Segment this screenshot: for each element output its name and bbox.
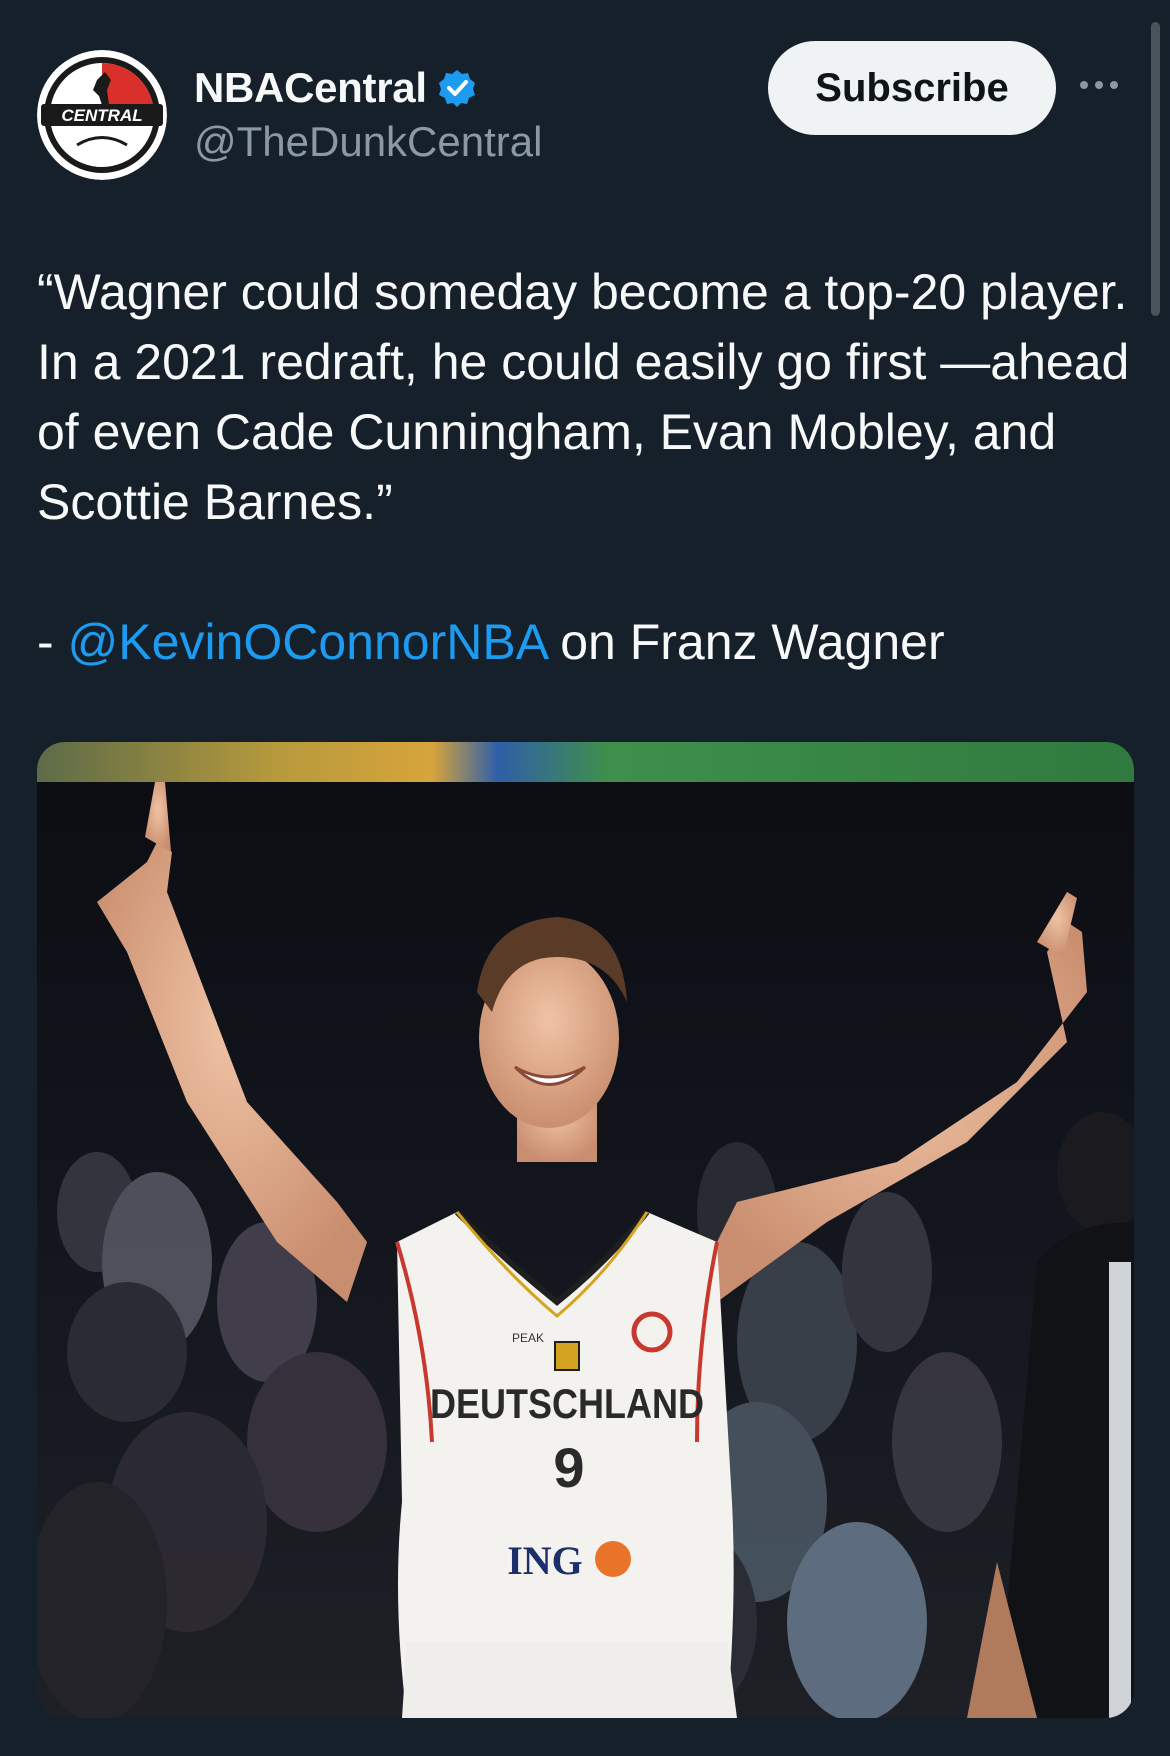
sponsor-text: ING <box>507 1538 583 1583</box>
avatar[interactable]: CENTRAL <box>37 50 167 180</box>
jersey-number: 9 <box>553 1436 584 1499</box>
mention-link[interactable]: @KevinOConnorNBA <box>68 614 547 670</box>
avatar-logo-text: CENTRAL <box>61 106 142 125</box>
attribution-suffix: on Franz Wagner <box>546 614 945 670</box>
tweet-quote: “Wagner could someday become a top-20 pl… <box>37 264 1144 530</box>
more-options-icon[interactable] <box>1080 70 1130 100</box>
subscribe-button[interactable]: Subscribe <box>768 41 1056 135</box>
tweet-header: CENTRAL NBACentral @TheDunkCentral Subsc… <box>0 0 1170 200</box>
author-handle[interactable]: @TheDunkCentral <box>194 118 542 166</box>
tweet-text: “Wagner could someday become a top-20 pl… <box>37 257 1137 677</box>
tweet-photo[interactable]: PEAK DEUTSCHLAND 9 ING <box>37 742 1134 1718</box>
jersey-country-text: DEUTSCHLAND <box>430 1382 704 1428</box>
attribution-prefix: - <box>37 614 68 670</box>
scrollbar[interactable] <box>1151 22 1160 316</box>
author-name-line[interactable]: NBACentral <box>194 64 477 112</box>
verified-badge-icon <box>438 70 475 107</box>
brand-logo-text: PEAK <box>512 1331 544 1345</box>
author-display-name[interactable]: NBACentral <box>194 64 427 112</box>
